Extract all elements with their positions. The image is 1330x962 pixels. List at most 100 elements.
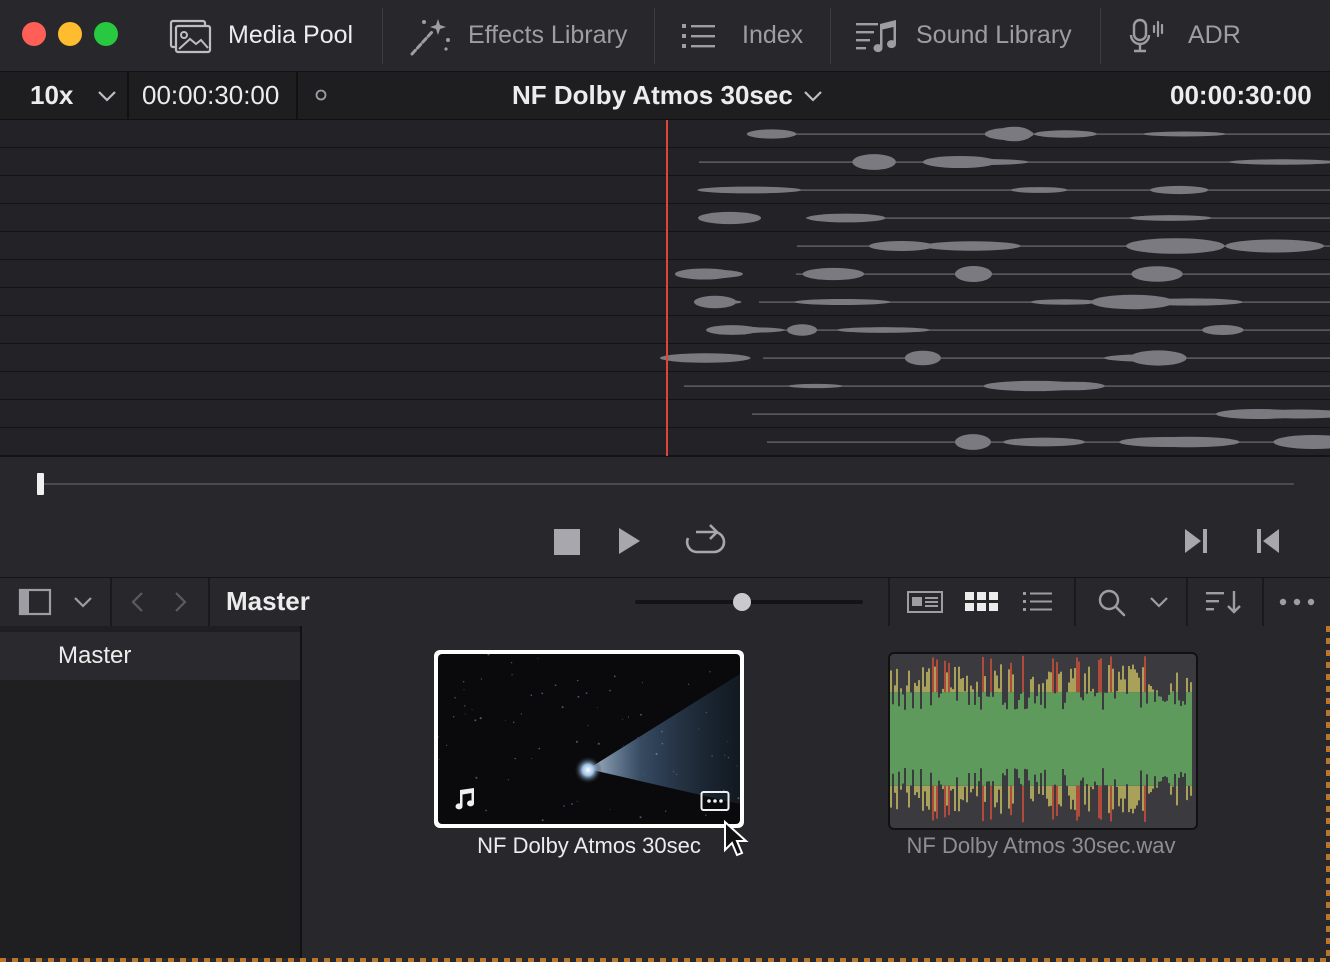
audio-level-bar (1070, 692, 1072, 786)
star-particle (512, 721, 515, 724)
sort-icon[interactable] (1204, 588, 1244, 616)
tab-media-pool[interactable]: Media Pool (168, 0, 353, 71)
star-particle (737, 797, 740, 800)
star-particle (621, 718, 623, 720)
audio-level-bar (970, 692, 972, 786)
scrubber-track[interactable] (40, 483, 1294, 485)
audio-level-bar (1068, 682, 1070, 693)
audio-level-bar (962, 692, 964, 786)
playhead[interactable] (666, 120, 668, 456)
media-pool-toolbar: Master (0, 577, 1330, 627)
list-view-icon[interactable] (1022, 590, 1054, 614)
star-particle (452, 715, 455, 718)
audio-level-bar (1156, 785, 1158, 788)
back-icon[interactable] (128, 590, 148, 614)
audio-waveform-viewer[interactable] (0, 120, 1330, 456)
audio-level-bar (1174, 704, 1176, 774)
zoom-level-select[interactable]: 10x (30, 80, 73, 111)
chevron-down-icon[interactable] (802, 88, 824, 104)
close-window-button[interactable] (22, 22, 46, 46)
audio-level-bar (1110, 785, 1112, 822)
star-particle (698, 728, 700, 730)
zoom-window-button[interactable] (94, 22, 118, 46)
audio-level-bar (890, 785, 892, 808)
microphone-icon (1129, 18, 1164, 52)
audio-level-bar (1000, 785, 1002, 814)
panel-resize-edge[interactable] (1326, 626, 1330, 962)
metadata-view-icon[interactable] (906, 590, 946, 614)
audio-level-bar (954, 785, 956, 811)
search-icon[interactable] (1096, 588, 1128, 618)
star-particle (627, 716, 630, 718)
audio-level-bar (1038, 785, 1040, 794)
forward-icon[interactable] (170, 590, 190, 614)
clip-name[interactable]: NF Dolby Atmos 30sec (434, 833, 744, 859)
audio-level-bar (1186, 677, 1188, 693)
more-options-icon[interactable] (1278, 596, 1318, 608)
star-particle (724, 754, 726, 756)
star-particle (705, 814, 707, 816)
waveform-burst (1150, 185, 1209, 195)
audio-level-bar (900, 692, 902, 786)
bin-item-master[interactable]: Master (0, 632, 300, 680)
audio-level-bar (1070, 785, 1072, 810)
audio-level-bar (1054, 693, 1056, 785)
thumbnail-view-icon[interactable] (964, 590, 1000, 614)
audio-level-bar (1144, 656, 1146, 693)
play-icon[interactable] (614, 525, 644, 557)
audio-level-bar (1060, 785, 1062, 807)
tab-effects-library[interactable]: Effects Library (408, 0, 627, 71)
audio-level-bar (1116, 691, 1118, 693)
star-particle (639, 816, 642, 819)
star-particle (596, 707, 598, 708)
audio-level-bar (1030, 679, 1032, 693)
audio-level-bar (1134, 669, 1136, 693)
star-particle (507, 779, 509, 781)
star-particle (537, 658, 539, 660)
audio-note-icon (455, 788, 475, 810)
audio-level-bar (1056, 785, 1058, 816)
audio-level-bar (1118, 785, 1120, 807)
minimize-window-button[interactable] (58, 22, 82, 46)
waveform-baseline (844, 217, 1330, 219)
marker-dot-icon[interactable] (314, 88, 328, 102)
audio-level-bar (1152, 689, 1154, 693)
audio-level-bar (1128, 692, 1130, 786)
audio-level-bar (970, 785, 972, 793)
audio-level-bar (1170, 785, 1172, 795)
tab-index[interactable]: Index (680, 0, 803, 71)
audio-level-bar (1116, 785, 1118, 787)
clip-title[interactable]: NF Dolby Atmos 30sec (512, 80, 793, 111)
chevron-down-icon[interactable] (1148, 594, 1170, 610)
audio-level-bar (1180, 706, 1182, 772)
audio-level-bar (1044, 708, 1046, 770)
scrubber-handle[interactable] (37, 473, 44, 495)
audio-level-bar (964, 691, 966, 693)
clip-name[interactable]: NF Dolby Atmos 30sec.wav (888, 833, 1194, 859)
jump-to-start-icon[interactable] (1254, 526, 1282, 556)
waveform-burst (704, 299, 742, 305)
jump-to-end-icon[interactable] (1182, 526, 1210, 556)
stop-icon[interactable] (552, 527, 582, 557)
clip-options-icon[interactable] (700, 790, 730, 812)
list-icon (682, 23, 715, 48)
audio-level-bar (1058, 785, 1060, 805)
sidebar-toggle-icon[interactable] (18, 588, 52, 616)
clip-thumbnail[interactable] (888, 652, 1198, 830)
chevron-down-icon[interactable] (72, 594, 94, 610)
thumbnail-size-slider-knob[interactable] (733, 593, 752, 611)
audio-level-bar (926, 671, 928, 693)
audio-level-bar (916, 785, 918, 793)
audio-level-bar (1090, 785, 1092, 787)
clip-thumbnail-selected[interactable] (434, 650, 744, 828)
loop-icon[interactable] (682, 522, 728, 558)
tab-sound-library[interactable]: Sound Library (854, 0, 1072, 71)
tab-adr[interactable]: ADR (1128, 0, 1241, 71)
waveform-burst (836, 327, 931, 333)
audio-level-bar (1092, 692, 1094, 786)
audio-level-bar (1130, 669, 1132, 693)
tab-label: Media Pool (228, 21, 354, 49)
waveform-burst (794, 298, 891, 306)
chevron-down-icon[interactable] (96, 88, 118, 104)
waveform-burst (788, 383, 843, 389)
